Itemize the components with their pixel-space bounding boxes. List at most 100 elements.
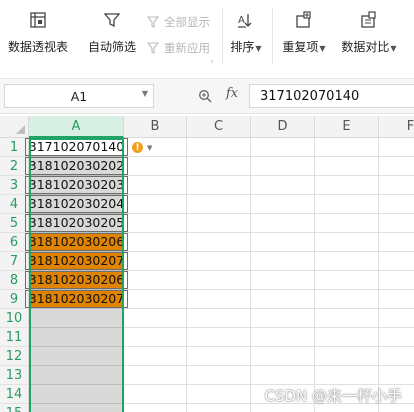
cell-f6[interactable]: [379, 233, 414, 252]
cell-b13[interactable]: [124, 366, 187, 385]
cell-b5[interactable]: [124, 214, 187, 233]
cell-a12[interactable]: [29, 347, 124, 366]
column-header-e[interactable]: E: [315, 116, 379, 138]
cell-c10[interactable]: [187, 309, 251, 328]
cell-c12[interactable]: [187, 347, 251, 366]
row-header[interactable]: 10: [0, 309, 29, 328]
cell-a10[interactable]: [29, 309, 124, 328]
cell-d7[interactable]: [251, 252, 315, 271]
cell-e4[interactable]: [315, 195, 379, 214]
cell-f12[interactable]: [379, 347, 414, 366]
column-header-c[interactable]: C: [187, 116, 251, 138]
cell-d2[interactable]: [251, 157, 315, 176]
cell-c9[interactable]: [187, 290, 251, 309]
fx-icon[interactable]: fx: [226, 86, 238, 101]
cell-b15[interactable]: [124, 404, 187, 412]
formula-input[interactable]: 317102070140: [249, 84, 414, 108]
cell-b12[interactable]: [124, 347, 187, 366]
cell-f8[interactable]: [379, 271, 414, 290]
cell-d1[interactable]: [251, 138, 315, 157]
cell-b10[interactable]: [124, 309, 187, 328]
cell-d10[interactable]: [251, 309, 315, 328]
zoom-icon[interactable]: [198, 88, 212, 107]
name-box[interactable]: A1 ▼: [4, 84, 154, 108]
cell-c4[interactable]: [187, 195, 251, 214]
column-header-b[interactable]: B: [124, 116, 187, 138]
duplicates-button[interactable]: 重复项▼: [282, 8, 326, 60]
cell-e7[interactable]: [315, 252, 379, 271]
cell-f3[interactable]: [379, 176, 414, 195]
autofilter-button[interactable]: 自动筛选: [86, 8, 138, 60]
cell-a1[interactable]: 317102070140: [24, 138, 129, 157]
cell-b7[interactable]: [124, 252, 187, 271]
cell-b6[interactable]: [124, 233, 187, 252]
cell-d3[interactable]: [251, 176, 315, 195]
error-indicator[interactable]: ! ▼: [132, 142, 152, 153]
cell-d13[interactable]: [251, 366, 315, 385]
cell-c3[interactable]: [187, 176, 251, 195]
cell-d4[interactable]: [251, 195, 315, 214]
row-header[interactable]: 15: [0, 404, 29, 412]
cell-d12[interactable]: [251, 347, 315, 366]
cell-a7[interactable]: 318102030207: [24, 252, 129, 271]
cell-d6[interactable]: [251, 233, 315, 252]
cell-e5[interactable]: [315, 214, 379, 233]
cell-c6[interactable]: [187, 233, 251, 252]
data-compare-button[interactable]: 数据对比▼: [338, 8, 400, 60]
cell-e9[interactable]: [315, 290, 379, 309]
chevron-down-icon[interactable]: ▼: [142, 89, 148, 98]
cell-d9[interactable]: [251, 290, 315, 309]
cell-d11[interactable]: [251, 328, 315, 347]
cell-d5[interactable]: [251, 214, 315, 233]
row-header[interactable]: 12: [0, 347, 29, 366]
cell-a5[interactable]: 318102030205: [24, 214, 129, 233]
pivot-table-button[interactable]: 数据透视表: [8, 8, 68, 60]
cell-e11[interactable]: [315, 328, 379, 347]
cell-c1[interactable]: [187, 138, 251, 157]
cell-c11[interactable]: [187, 328, 251, 347]
column-header-d[interactable]: D: [251, 116, 315, 138]
cell-b14[interactable]: [124, 385, 187, 404]
cell-a6[interactable]: 318102030206: [24, 233, 129, 252]
cell-f10[interactable]: [379, 309, 414, 328]
cell-b9[interactable]: [124, 290, 187, 309]
cell-c15[interactable]: [187, 404, 251, 412]
cell-c8[interactable]: [187, 271, 251, 290]
cell-e3[interactable]: [315, 176, 379, 195]
cell-b4[interactable]: [124, 195, 187, 214]
cell-a8[interactable]: 318102030206: [24, 271, 129, 290]
chevron-down-icon[interactable]: ▼: [147, 144, 152, 152]
cell-d8[interactable]: [251, 271, 315, 290]
cell-c5[interactable]: [187, 214, 251, 233]
cell-a3[interactable]: 318102030203: [24, 176, 129, 195]
row-header[interactable]: 11: [0, 328, 29, 347]
column-header-a[interactable]: A: [29, 116, 124, 138]
cell-a11[interactable]: [29, 328, 124, 347]
row-header[interactable]: 13: [0, 366, 29, 385]
cell-b2[interactable]: [124, 157, 187, 176]
cell-c13[interactable]: [187, 366, 251, 385]
row-header[interactable]: 14: [0, 385, 29, 404]
cell-f4[interactable]: [379, 195, 414, 214]
cell-e8[interactable]: [315, 271, 379, 290]
cell-b3[interactable]: [124, 176, 187, 195]
cell-a13[interactable]: [29, 366, 124, 385]
cell-f11[interactable]: [379, 328, 414, 347]
cell-f1[interactable]: [379, 138, 414, 157]
cell-e2[interactable]: [315, 157, 379, 176]
cell-e13[interactable]: [315, 366, 379, 385]
cell-f2[interactable]: [379, 157, 414, 176]
dialog-launcher-icon[interactable]: ⌝: [210, 60, 213, 68]
cell-a2[interactable]: 318102030202: [24, 157, 129, 176]
cell-f7[interactable]: [379, 252, 414, 271]
cell-f13[interactable]: [379, 366, 414, 385]
cell-e6[interactable]: [315, 233, 379, 252]
cell-a9[interactable]: 318102030207: [24, 290, 129, 309]
cell-c14[interactable]: [187, 385, 251, 404]
cell-e12[interactable]: [315, 347, 379, 366]
select-all-corner[interactable]: [0, 116, 29, 138]
cell-a4[interactable]: 318102030204: [24, 195, 129, 214]
cell-b8[interactable]: [124, 271, 187, 290]
cell-a14[interactable]: [29, 385, 124, 404]
column-header-f[interactable]: F: [379, 116, 414, 138]
